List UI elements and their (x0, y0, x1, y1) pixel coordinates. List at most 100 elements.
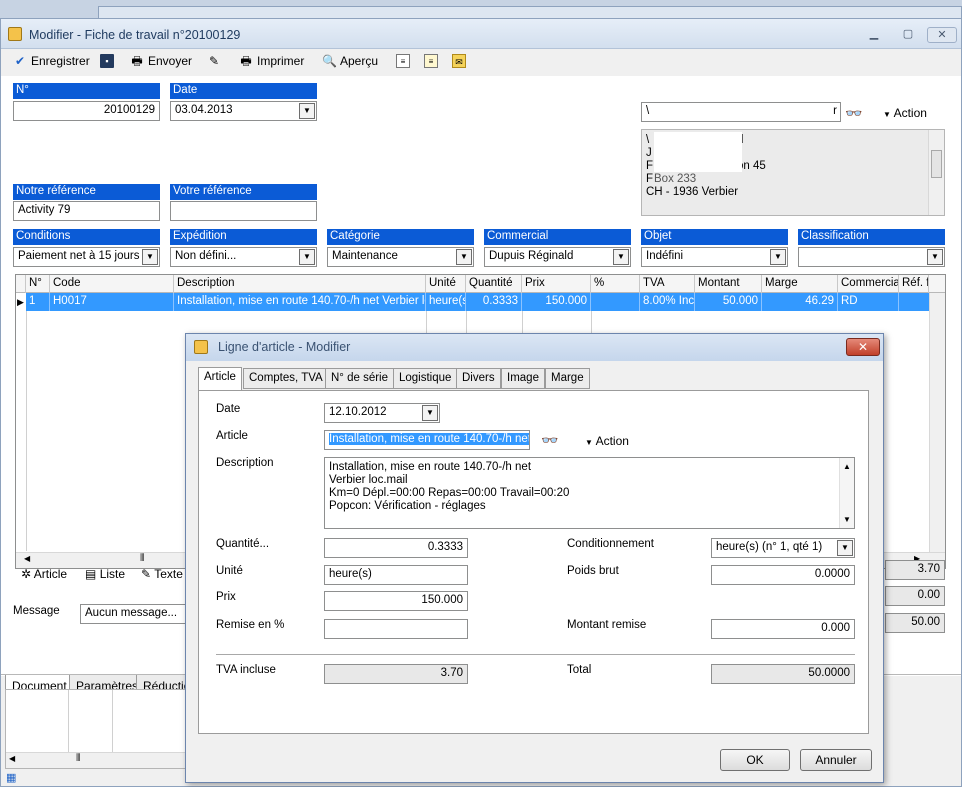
conditionnement-select[interactable]: heure(s) (n° 1, qté 1) ▼ (711, 538, 855, 558)
scroll-down-icon[interactable]: ▼ (843, 513, 851, 526)
add-article-button[interactable]: ✲ Article (21, 567, 67, 581)
conditions-value: Paiement net à 15 jours (18, 250, 140, 262)
header-description[interactable]: Description (174, 275, 426, 293)
sub-grid-scrollbar[interactable]: ◀ ⦀ (6, 752, 204, 768)
categorie-select[interactable]: Maintenance ▼ (327, 247, 474, 267)
description-textarea[interactable]: Installation, mise en route 140.70-/h ne… (324, 457, 855, 529)
tab-marge[interactable]: Marge (545, 368, 590, 389)
header-percent[interactable]: % (591, 275, 640, 293)
tab-numero-serie[interactable]: N° de série (325, 368, 395, 389)
print-button[interactable]: 🖶 Imprimer (239, 54, 304, 68)
conditions-select[interactable]: Paiement net à 15 jours ▼ (13, 247, 160, 267)
montant-remise-label: Montant remise (567, 619, 647, 631)
scroll-grip-icon[interactable]: ⦀ (140, 553, 144, 564)
header-commercial[interactable]: Commercial (838, 275, 899, 293)
header-tva[interactable]: TVA (640, 275, 695, 293)
send-button[interactable]: 🖶 Envoyer (130, 54, 192, 68)
document-button[interactable]: ≡ (396, 54, 410, 68)
app-icon (194, 340, 208, 354)
no-field[interactable]: 20100129 (13, 101, 160, 121)
remise-field[interactable] (324, 619, 468, 639)
attach-button[interactable]: ✎ (207, 54, 221, 68)
votre-reference-field[interactable] (170, 201, 317, 221)
separator (216, 654, 855, 655)
grid-vertical-scrollbar[interactable] (929, 293, 945, 553)
chevron-down-icon[interactable]: ▼ (613, 249, 629, 265)
customer-search-input[interactable]: \ r (641, 102, 841, 122)
checkmark-icon: ✔ (14, 54, 26, 68)
dialog-close-button[interactable]: ✕ (846, 338, 880, 356)
scroll-left-icon[interactable]: ◀ (9, 754, 15, 763)
date-field[interactable]: 12.10.2012 ▼ (324, 403, 440, 423)
header-quantite[interactable]: Quantité (466, 275, 522, 293)
scroll-up-icon[interactable]: ▲ (843, 460, 851, 473)
header-montant[interactable]: Montant (695, 275, 762, 293)
tab-divers[interactable]: Divers (456, 368, 501, 389)
quantite-field[interactable]: 0.3333 (324, 538, 468, 558)
article-input[interactable]: Installation, mise en route 140.70-/h ne… (324, 430, 530, 450)
sub-grid[interactable]: ◀ ⦀ (5, 689, 205, 769)
conditionnement-label: Conditionnement (567, 538, 654, 550)
notes-button[interactable]: ≡ (424, 54, 438, 68)
chevron-down-icon[interactable]: ▼ (299, 249, 315, 265)
objet-select[interactable]: Indéfini ▼ (641, 247, 788, 267)
disk-button[interactable]: ▪ (100, 54, 114, 68)
scroll-thumb[interactable] (931, 150, 942, 178)
cancel-button[interactable]: Annuler (800, 749, 872, 771)
prix-field[interactable]: 150.000 (324, 591, 468, 611)
chevron-down-icon[interactable]: ▼ (770, 249, 786, 265)
tab-comptes-tva[interactable]: Comptes, TVA (243, 368, 329, 389)
envelope-button[interactable]: ✉ (452, 54, 466, 68)
message-select[interactable]: Aucun message... (80, 604, 200, 624)
chevron-down-icon[interactable]: ▼ (456, 249, 472, 265)
save-button[interactable]: ✔ Enregistrer (13, 54, 90, 68)
header-marge[interactable]: Marge (762, 275, 838, 293)
description-scrollbar[interactable]: ▲ ▼ (839, 458, 854, 528)
chevron-down-icon[interactable]: ▼ (422, 405, 438, 421)
table-row[interactable]: 1 H0017 Installation, mise en route 140.… (26, 293, 938, 311)
window-title: Modifier - Fiche de travail n°20100129 (29, 28, 241, 42)
montant-remise-field[interactable]: 0.000 (711, 619, 855, 639)
status-grid-icon[interactable]: ▦ (6, 771, 16, 784)
binoculars-icon[interactable]: 👓 (541, 432, 558, 449)
action-menu[interactable]: ▼ Action (585, 434, 629, 448)
ok-button[interactable]: OK (720, 749, 790, 771)
tva-incluse-label: TVA incluse (216, 664, 276, 676)
preview-button[interactable]: 🔍 Aperçu (322, 54, 378, 68)
close-button[interactable]: ✕ (927, 27, 957, 43)
header-code[interactable]: Code (50, 275, 174, 293)
header-unite[interactable]: Unité (426, 275, 466, 293)
classification-select[interactable]: ▼ (798, 247, 945, 267)
header-no[interactable]: N° (26, 275, 50, 293)
tab-article[interactable]: Article (198, 367, 242, 390)
scroll-left-icon[interactable]: ◀ (24, 554, 30, 563)
chevron-down-icon[interactable]: ▼ (299, 103, 315, 119)
printer-send-icon: 🖶 (131, 54, 143, 68)
commercial-select[interactable]: Dupuis Réginald ▼ (484, 247, 631, 267)
cell-unite: heure(s (426, 293, 466, 311)
poids-brut-field[interactable]: 0.0000 (711, 565, 855, 585)
chevron-down-icon[interactable]: ▼ (142, 249, 158, 265)
binoculars-icon[interactable]: 👓 (845, 105, 862, 122)
date-field[interactable]: 03.04.2013 ▼ (170, 101, 317, 121)
tab-logistique[interactable]: Logistique (393, 368, 458, 389)
scroll-grip-icon[interactable]: ⦀ (76, 753, 80, 764)
total-field: 50.0000 (711, 664, 855, 684)
list-button[interactable]: ▤ Liste (85, 567, 125, 581)
unite-field[interactable]: heure(s) (324, 565, 468, 585)
chevron-down-icon[interactable]: ▼ (927, 249, 943, 265)
chevron-down-icon[interactable]: ▼ (837, 540, 853, 556)
dialog-title: Ligne d'article - Modifier (218, 340, 351, 354)
maximize-button[interactable]: ▢ (897, 27, 919, 43)
tab-image[interactable]: Image (501, 368, 545, 389)
notre-reference-field[interactable]: Activity 79 (13, 201, 160, 221)
text-button[interactable]: ✎ Texte (141, 567, 183, 581)
minimize-button[interactable]: ▁ (863, 27, 885, 43)
header-ref-f[interactable]: Réf. f (899, 275, 929, 293)
action-menu[interactable]: ▼ Action (883, 106, 927, 120)
address-scrollbar[interactable] (928, 130, 944, 215)
article-icon: ✲ (21, 567, 32, 581)
header-prix[interactable]: Prix (522, 275, 591, 293)
expedition-select[interactable]: Non défini... ▼ (170, 247, 317, 267)
expedition-label: Expédition (170, 229, 317, 245)
